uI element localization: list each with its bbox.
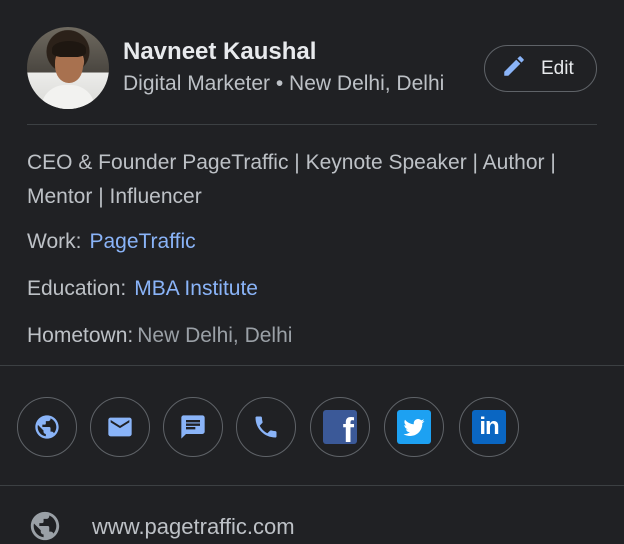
education-label: Education: [27,277,127,300]
work-row: Work: PageTraffic [27,230,196,254]
twitter-icon [397,410,431,444]
actions-divider [0,485,624,486]
header-divider [27,124,597,125]
globe-icon [33,413,61,441]
website-url: www.pagetraffic.com [92,514,295,539]
education-link[interactable]: MBA Institute [134,277,258,300]
avatar-hair [52,41,86,57]
linkedin-icon: in [472,410,506,444]
email-icon [106,413,134,441]
twitter-action-button[interactable] [384,397,444,457]
avatar-shirt [41,85,95,109]
edit-button-label: Edit [541,57,574,79]
website-action-button[interactable] [17,397,77,457]
work-link[interactable]: PageTraffic [89,230,195,253]
message-icon [179,413,207,441]
facebook-icon: f [323,410,357,444]
pencil-icon [501,53,527,84]
website-row[interactable]: www.pagetraffic.com [0,500,624,544]
phone-action-button[interactable] [236,397,296,457]
hometown-row: Hometown: New Delhi, Delhi [27,324,292,348]
hometown-label: Hometown: [27,324,134,347]
profile-bio: CEO & Founder PageTraffic | Keynote Spea… [27,151,556,208]
profile-name: Navneet Kaushal [123,38,317,65]
profile-header: Navneet Kaushal Digital Marketer • New D… [0,0,624,125]
profile-subtitle: Digital Marketer • New Delhi, Delhi [123,72,445,95]
phone-icon [252,413,280,441]
edit-button[interactable]: Edit [484,45,597,92]
linkedin-action-button[interactable]: in [459,397,519,457]
education-row: Education: MBA Institute [27,277,258,301]
globe-icon [28,509,62,543]
about-divider [0,365,624,366]
hometown-value: New Delhi, Delhi [137,324,293,347]
facebook-action-button[interactable]: f [310,397,370,457]
message-action-button[interactable] [163,397,223,457]
email-action-button[interactable] [90,397,150,457]
work-label: Work: [27,230,82,253]
profile-avatar[interactable] [27,27,109,109]
